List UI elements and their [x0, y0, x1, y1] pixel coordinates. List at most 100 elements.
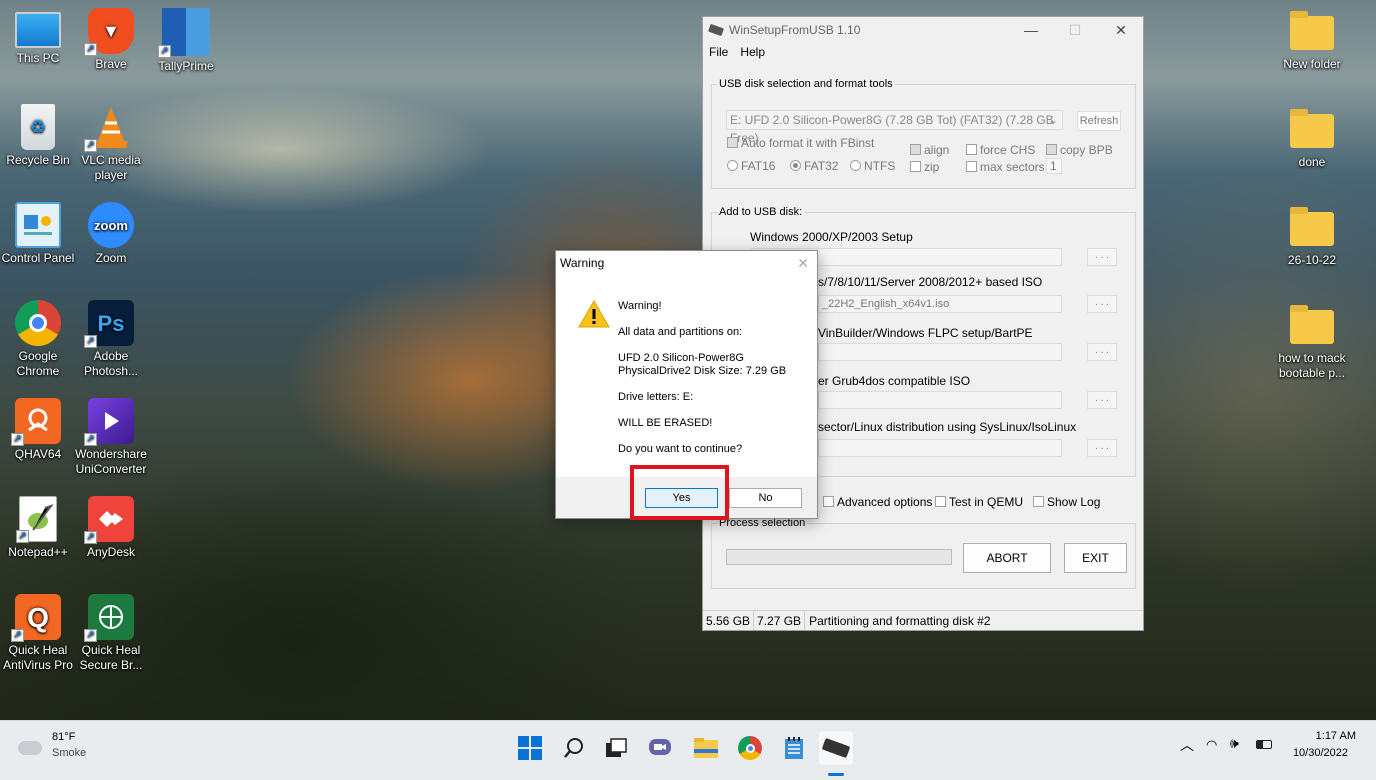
chrome-taskbar-icon[interactable]: [733, 731, 767, 765]
source-path-3[interactable]: [818, 343, 1062, 361]
menu-help[interactable]: Help: [740, 43, 765, 61]
wifi-icon[interactable]: ◠: [1206, 737, 1217, 753]
source-label-4: er Grub4dos compatible ISO: [818, 374, 971, 388]
desktop-icon-photoshop[interactable]: Ps ↗ Adobe Photosh...: [73, 300, 149, 379]
desktop-icon-label: VLC media player: [81, 153, 141, 182]
fat32-radio[interactable]: FAT32: [790, 159, 838, 173]
desktop-folder-new-folder[interactable]: New folder: [1274, 10, 1350, 72]
desktop-icon-tallyprime[interactable]: ↗ TallyPrime: [148, 8, 224, 74]
close-button[interactable]: ✕: [1099, 17, 1143, 43]
usb-app-icon[interactable]: [819, 731, 853, 765]
source-label-2: s/7/8/10/11/Server 2008/2012+ based ISO: [818, 275, 1043, 289]
desktop-icon-brave[interactable]: ▼ ↗ Brave: [73, 8, 149, 72]
desktop-folder-done[interactable]: done: [1274, 108, 1350, 170]
zip-checkbox[interactable]: zip: [910, 160, 939, 174]
desktop-icon-label: Control Panel: [1, 251, 75, 265]
show-log-checkbox[interactable]: Show Log: [1033, 495, 1100, 509]
minimize-button[interactable]: —: [1009, 17, 1053, 43]
advanced-options-checkbox[interactable]: Advanced options: [823, 495, 932, 509]
maximize-button[interactable]: ☐: [1053, 17, 1097, 43]
max-sectors-value[interactable]: 1: [1046, 158, 1062, 174]
status-right: Partitioning and formatting disk #2: [809, 614, 991, 628]
desktop-icon-label: Quick Heal AntiVirus Pro: [3, 643, 73, 672]
clock-date[interactable]: 10/30/2022: [1284, 747, 1348, 759]
abort-button[interactable]: ABORT: [963, 543, 1051, 573]
desktop-icon-zoom[interactable]: zoom Zoom: [73, 202, 149, 266]
browse-button-5[interactable]: . . .: [1087, 439, 1117, 457]
copy-bpb-checkbox[interactable]: copy BPB: [1046, 143, 1113, 157]
desktop-icon-recycle-bin[interactable]: ♻ Recycle Bin: [0, 104, 76, 168]
desktop-icon-label: done: [1298, 155, 1326, 169]
desktop-folder-26-10-22[interactable]: 26-10-22: [1274, 206, 1350, 268]
dialog-line-disk-name: UFD 2.0 Silicon-Power8G: [618, 352, 744, 364]
yes-highlight-box: [630, 465, 729, 520]
max-sectors-checkbox[interactable]: max sectors: [966, 160, 1045, 174]
status-bar: 5.56 GB 7.27 GB Partitioning and formatt…: [703, 610, 1143, 630]
zoom-icon: zoom: [88, 202, 134, 248]
desktop-icon-anydesk[interactable]: ↗ AnyDesk: [73, 496, 149, 560]
usb-group-title: USB disk selection and format tools: [717, 78, 895, 90]
taskbar: 81°F Smoke ︿ ◠ 🕪 1:17 AM 10/30/2022: [0, 720, 1376, 780]
desktop-icon-label: how to mack bootable p...: [1278, 351, 1346, 380]
source-label-1: Windows 2000/XP/2003 Setup: [750, 230, 913, 244]
desktop-icon-this-pc[interactable]: This PC: [0, 8, 76, 66]
desktop-icon-control-panel[interactable]: Control Panel: [0, 202, 76, 266]
chevron-up-icon[interactable]: ︿: [1180, 735, 1194, 755]
windows-start-icon[interactable]: [513, 731, 547, 765]
dialog-line-partitions: All data and partitions on:: [618, 326, 743, 338]
desktop-folder-bootable[interactable]: how to mack bootable p...: [1274, 304, 1350, 381]
desktop-icon-uniconverter[interactable]: ↗ Wondershare UniConverter: [73, 398, 149, 477]
anydesk-icon: ↗: [84, 496, 134, 544]
desktop-icon-label: Quick Heal Secure Br...: [79, 643, 143, 672]
desktop-icon-quickheal-browser[interactable]: ↗ Quick Heal Secure Br...: [73, 594, 149, 673]
align-checkbox[interactable]: align: [910, 143, 949, 157]
folder-icon: [1290, 11, 1334, 50]
source-path-5[interactable]: [818, 439, 1062, 457]
recycle-bin-icon: ♻: [21, 104, 55, 150]
browse-button-1[interactable]: . . .: [1087, 248, 1117, 266]
dialog-line-warning: Warning!: [618, 300, 662, 312]
browse-button-3[interactable]: . . .: [1087, 343, 1117, 361]
auto-format-checkbox[interactable]: Auto format it with FBinst: [727, 136, 874, 150]
desktop-icon-chrome[interactable]: Google Chrome: [0, 300, 76, 379]
clock-time[interactable]: 1:17 AM: [1300, 730, 1356, 742]
desktop-icon-qhav64[interactable]: ↗ QHAV64: [0, 398, 76, 462]
control-panel-icon: [15, 202, 61, 248]
source-path-4[interactable]: [818, 391, 1062, 409]
dialog-close-icon[interactable]: ✕: [797, 255, 809, 272]
search-icon[interactable]: [557, 731, 591, 765]
desktop-icon-vlc[interactable]: ↗ VLC media player: [73, 104, 149, 183]
chat-icon[interactable]: [643, 731, 677, 765]
no-button[interactable]: No: [729, 488, 802, 508]
ntfs-radio[interactable]: NTFS: [850, 159, 895, 173]
weather-temp: 81°F: [52, 731, 76, 743]
test-qemu-checkbox[interactable]: Test in QEMU: [935, 495, 1023, 509]
fat16-radio[interactable]: FAT16: [727, 159, 775, 173]
force-chs-checkbox[interactable]: force CHS: [966, 143, 1035, 157]
battery-icon[interactable]: [1256, 740, 1272, 749]
monitor-icon: [15, 12, 61, 48]
disk-select[interactable]: E: UFD 2.0 Silicon-Power8G (7.28 GB Tot)…: [726, 110, 1063, 145]
dialog-title: Warning: [560, 256, 605, 270]
active-app-indicator: [828, 773, 844, 776]
desktop-icon-label: Notepad++: [8, 545, 68, 559]
notepad-icon[interactable]: [777, 731, 811, 765]
menu-file[interactable]: File: [709, 43, 728, 61]
desktop-icon-label: Adobe Photosh...: [83, 349, 139, 378]
exit-button[interactable]: EXIT: [1064, 543, 1127, 573]
browse-button-2[interactable]: . . .: [1087, 295, 1117, 313]
browse-button-4[interactable]: . . .: [1087, 391, 1117, 409]
task-view-icon[interactable]: [599, 731, 633, 765]
refresh-button[interactable]: Refresh: [1077, 111, 1121, 131]
desktop-icon-notepadpp[interactable]: ↗ Notepad++: [0, 496, 76, 560]
source-path-2[interactable]: _22H2_English_x64v1.iso: [818, 295, 1062, 313]
usb-app-icon: [708, 23, 724, 37]
folder-icon: [1290, 305, 1334, 344]
desktop-icon-quickheal[interactable]: Q ↗ Quick Heal AntiVirus Pro: [0, 594, 76, 673]
file-explorer-icon[interactable]: [689, 731, 723, 765]
weather-widget[interactable]: 81°F Smoke: [16, 731, 106, 767]
desktop-icon-label: This PC: [16, 51, 60, 65]
progress-bar: [726, 549, 952, 565]
warning-icon: [578, 299, 610, 332]
volume-icon[interactable]: 🕪: [1230, 735, 1239, 752]
